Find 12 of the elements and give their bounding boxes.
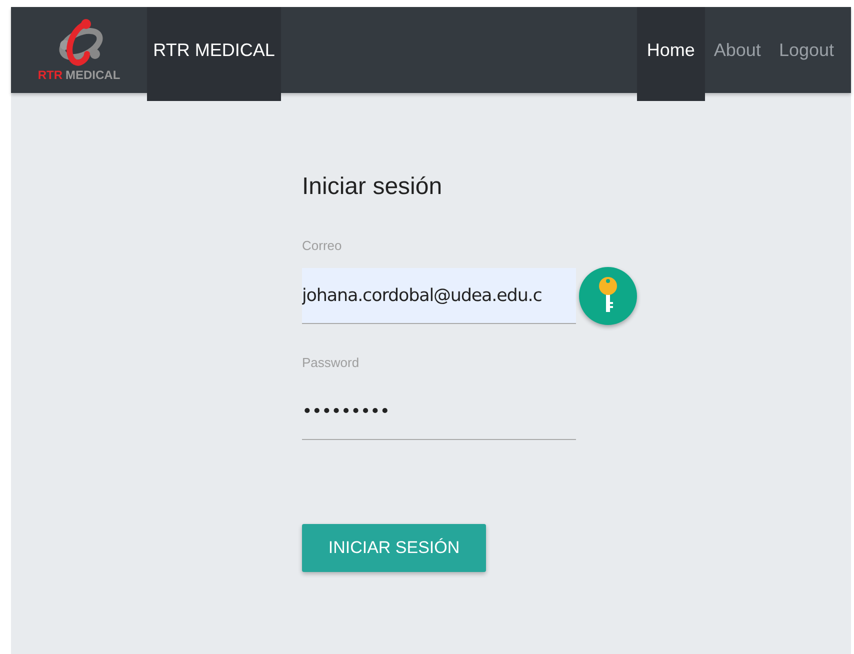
nav-link[interactable]: Logout <box>770 7 843 93</box>
nav-link[interactable]: About <box>704 7 770 93</box>
field-label: Correo <box>302 238 343 253</box>
nav-link[interactable]: Home <box>636 7 705 101</box>
logo-text-accent: RTR <box>38 68 62 82</box>
brand-link[interactable]: RTR MEDICAL <box>147 7 281 101</box>
field-label: Password <box>302 355 360 370</box>
logo-text: MEDICAL <box>66 68 120 82</box>
form-title: Iniciar sesión <box>302 173 444 201</box>
key-button[interactable] <box>579 267 637 325</box>
text-field[interactable]: ••••••••• <box>302 384 576 440</box>
text-field[interactable]: johana.cordobal@udea.edu.c <box>302 268 576 324</box>
